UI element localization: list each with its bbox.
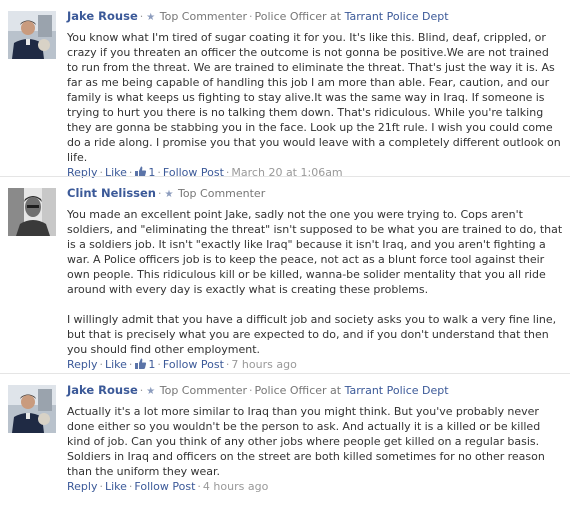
top-commenter-badge: Top Commenter	[159, 10, 247, 23]
timestamp[interactable]: 4 hours ago	[203, 480, 268, 493]
employer-link[interactable]: Tarrant Police Dept	[345, 10, 449, 23]
like-link[interactable]: Like	[105, 480, 127, 493]
avatar-image	[8, 11, 56, 59]
avatar[interactable]	[8, 385, 56, 433]
avatar[interactable]	[8, 188, 56, 236]
author-name[interactable]: Jake Rouse	[67, 9, 138, 23]
separator-dot: ·	[99, 480, 103, 493]
comment-body: Jake Rouse · ★ Top Commenter · Police Office…	[67, 9, 563, 181]
reply-link[interactable]: Reply	[67, 480, 97, 493]
comment-header: Clint Nelissen · ★ Top Commenter	[67, 186, 563, 201]
avatar[interactable]	[8, 11, 56, 59]
author-name[interactable]: Jake Rouse	[67, 383, 138, 397]
comment-paragraph: You know what I'm tired of sugar coating…	[67, 31, 561, 164]
comment-paragraph: You made an excellent point Jake, sadly …	[67, 208, 563, 296]
top-commenter-badge: Top Commenter	[177, 187, 266, 200]
follow-post-link[interactable]: Follow Post	[163, 358, 224, 371]
at-text: at	[330, 10, 342, 23]
avatar-image	[8, 385, 56, 433]
comment-actions: Reply · Like · 1 · Follow Post · 7 hours ago	[67, 357, 563, 373]
separator-dot: ·	[197, 480, 201, 493]
at-text: at	[330, 384, 342, 397]
star-icon: ★	[164, 189, 174, 200]
star-icon: ★	[146, 386, 156, 397]
occupation: Police Officer	[254, 10, 327, 23]
comment-text: Actually it's a lot more similar to Iraq…	[67, 404, 563, 479]
comment-header: Jake Rouse · ★ Top Commenter · Police Office…	[67, 383, 563, 398]
star-icon: ★	[146, 12, 156, 23]
follow-post-link[interactable]: Follow Post	[134, 480, 195, 493]
comment: Clint Nelissen · ★ Top Commenter You made …	[0, 177, 570, 373]
avatar-image	[8, 188, 56, 236]
comment-body: Jake Rouse · ★ Top Commenter · Police Office…	[67, 383, 563, 495]
thumbs-up-icon	[135, 358, 147, 369]
comment-header: Jake Rouse · ★ Top Commenter · Police Office…	[67, 9, 563, 24]
like-link[interactable]: Like	[105, 358, 127, 371]
comment-text: You made an excellent point Jake, sadly …	[67, 207, 563, 357]
comment-actions: Reply · Like · Follow Post · 4 hours ago	[67, 479, 563, 495]
comment-text: You know what I'm tired of sugar coating…	[67, 30, 563, 165]
separator-dot: ·	[249, 384, 253, 397]
timestamp[interactable]: 7 hours ago	[231, 358, 296, 371]
comment: Jake Rouse · ★ Top Commenter · Police Office…	[0, 0, 570, 179]
separator-dot: ·	[157, 358, 161, 371]
separator-dot: ·	[128, 358, 133, 371]
comment-thread: Jake Rouse · ★ Top Commenter · Police Office…	[0, 0, 570, 505]
reply-link[interactable]: Reply	[67, 358, 97, 371]
comment-paragraph: Actually it's a lot more similar to Iraq…	[67, 405, 545, 478]
occupation: Police Officer	[254, 384, 327, 397]
separator-dot: ·	[158, 187, 162, 200]
separator-dot: ·	[249, 10, 253, 23]
comment-paragraph: I willingly admit that you have a diffic…	[67, 313, 557, 356]
top-commenter-badge: Top Commenter	[159, 384, 247, 397]
separator-dot: ·	[99, 358, 103, 371]
author-name[interactable]: Clint Nelissen	[67, 186, 156, 200]
comment-body: Clint Nelissen · ★ Top Commenter You made …	[67, 186, 563, 373]
employer-link[interactable]: Tarrant Police Dept	[345, 384, 449, 397]
comment: Jake Rouse · ★ Top Commenter · Police Office…	[0, 374, 570, 505]
